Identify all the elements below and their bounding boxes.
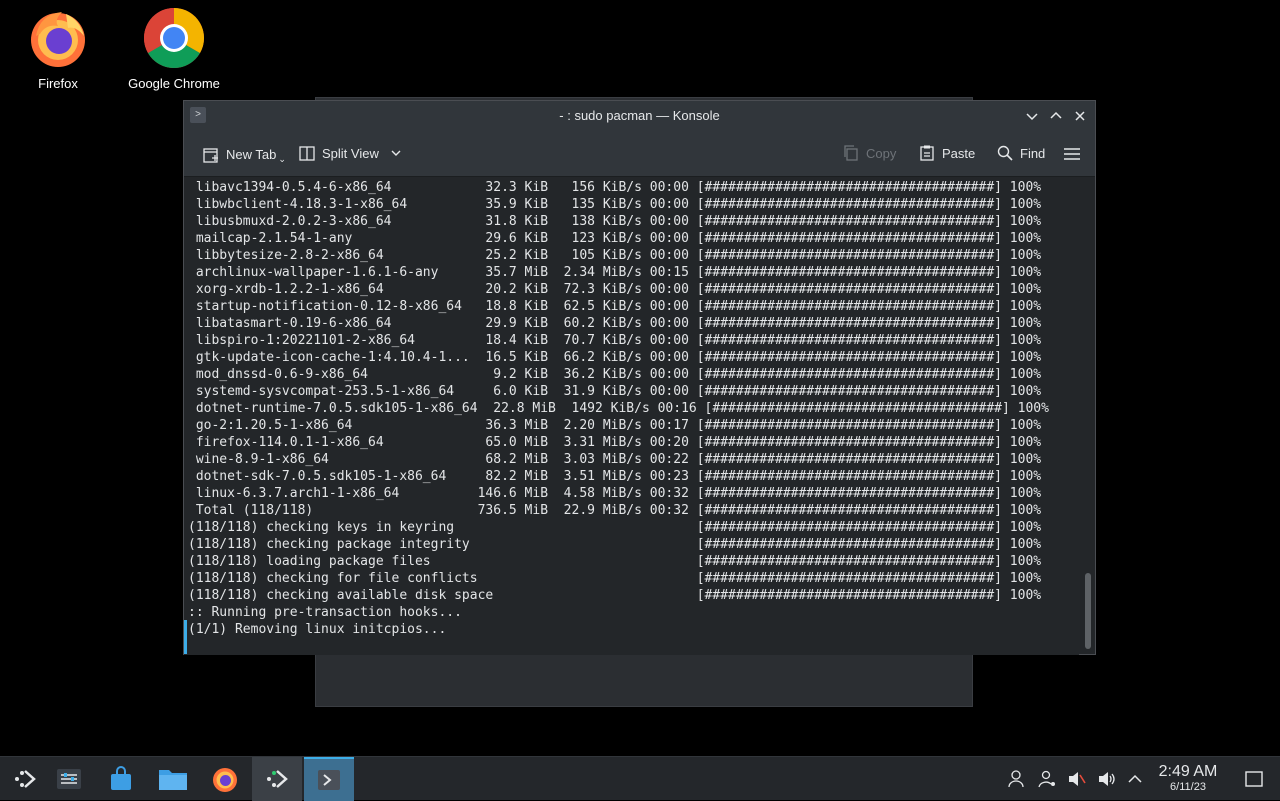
chrome-label: Google Chrome xyxy=(128,76,220,91)
terminal-line: gtk-update-icon-cache-1:4.10.4-1... 16.5… xyxy=(188,350,1042,365)
discover-store-button[interactable] xyxy=(96,757,146,801)
terminal-icon xyxy=(318,770,340,790)
clock-time: 2:49 AM xyxy=(1158,763,1218,780)
terminal-line: wine-8.9-1-x86_64 68.2 MiB 3.03 MiB/s 00… xyxy=(188,452,1042,467)
terminal-line: (118/118) loading package files [#######… xyxy=(188,554,1042,569)
new-tab-icon xyxy=(203,147,218,163)
terminal-line: mod_dnssd-0.6-9-x86_64 9.2 KiB 36.2 KiB/… xyxy=(188,367,1042,382)
terminal-line: xorg-xrdb-1.2.2-1-x86_64 20.2 KiB 72.3 K… xyxy=(188,282,1042,297)
launcher-icon xyxy=(267,770,288,788)
hamburger-menu-icon xyxy=(1064,148,1080,160)
find-label: Find xyxy=(1020,145,1046,161)
taskbar: 2:49 AM 6/11/23 xyxy=(0,756,1280,801)
split-view-icon xyxy=(299,146,315,161)
terminal-line: systemd-sysvcompat-253.5-1-x86_64 6.0 Ki… xyxy=(188,384,1042,399)
terminal-line: :: Running pre-transaction hooks... xyxy=(188,605,462,620)
find-button[interactable]: Find xyxy=(996,144,1045,162)
folder-icon xyxy=(159,770,187,790)
close-icon[interactable] xyxy=(1070,106,1090,126)
chevron-down-icon: ⌄ xyxy=(278,154,286,164)
chrome-desktop-shortcut[interactable]: Google Chrome xyxy=(119,6,229,91)
terminal-line: (118/118) checking package integrity [##… xyxy=(188,537,1042,552)
terminal-line: (118/118) checking for file conflicts [#… xyxy=(188,571,1042,586)
firefox-label: Firefox xyxy=(38,76,78,91)
terminal-line: libavc1394-0.5.4-6-x86_64 32.3 KiB 156 K… xyxy=(188,180,1042,195)
terminal-line: (118/118) checking keys in keyring [####… xyxy=(188,520,1042,535)
terminal-line: libusbmuxd-2.0.2-3-x86_64 31.8 KiB 138 K… xyxy=(188,214,1042,229)
user-switch-icon[interactable] xyxy=(1037,769,1057,789)
digital-clock[interactable]: 2:49 AM 6/11/23 xyxy=(1152,763,1224,793)
task-manager-button[interactable] xyxy=(44,757,94,801)
chrome-icon xyxy=(142,6,206,70)
terminal-line: libbytesize-2.8-2-x86_64 25.2 KiB 105 Ki… xyxy=(188,248,1042,263)
terminal-scrollbar[interactable] xyxy=(1081,177,1095,655)
firefox-icon xyxy=(213,768,237,792)
paste-button[interactable]: Paste xyxy=(918,144,975,162)
terminal-line: archlinux-wallpaper-1.6.1-6-any 35.7 MiB… xyxy=(188,265,1042,280)
konsole-toolbar: New Tab ⌄ Split View Copy Paste Find xyxy=(184,131,1095,177)
terminal-line: go-2:1.20.5-1-x86_64 36.3 MiB 2.20 MiB/s… xyxy=(188,418,1042,433)
terminal-line: mailcap-2.1.54-1-any 29.6 KiB 123 KiB/s … xyxy=(188,231,1042,246)
window-title: - : sudo pacman — Konsole xyxy=(559,108,720,123)
copy-button[interactable]: Copy xyxy=(842,144,896,162)
firefox-desktop-shortcut[interactable]: Firefox xyxy=(3,6,113,91)
split-view-button[interactable]: Split View xyxy=(298,144,403,162)
chevron-down-icon xyxy=(391,150,401,156)
konsole-window[interactable]: > - : sudo pacman — Konsole New Tab ⌄ Sp… xyxy=(183,100,1096,655)
scrollbar-thumb[interactable] xyxy=(1085,573,1091,649)
launcher-task-button[interactable] xyxy=(252,757,302,801)
file-manager-button[interactable] xyxy=(148,757,198,801)
show-desktop-icon[interactable] xyxy=(1244,769,1264,789)
terminal-line: libspiro-1:20221101-2-x86_64 18.4 KiB 70… xyxy=(188,333,1042,348)
hamburger-menu-button[interactable] xyxy=(1063,145,1081,163)
window-titlebar[interactable]: > - : sudo pacman — Konsole xyxy=(184,101,1095,131)
terminal-output[interactable]: libavc1394-0.5.4-6-x86_64 32.3 KiB 156 K… xyxy=(184,177,1079,655)
new-tab-label: New Tab xyxy=(226,147,277,162)
launcher-icon xyxy=(15,770,36,788)
terminal-line: linux-6.3.7.arch1-1-x86_64 146.6 MiB 4.5… xyxy=(188,486,1042,501)
copy-icon xyxy=(844,145,858,161)
terminal-line: (1/1) Removing linux initcpios... xyxy=(188,622,447,637)
desktop: Firefox Google Chrome > - : sudo pacman … xyxy=(0,0,1280,756)
terminal-line: libatasmart-0.19-6-x86_64 29.9 KiB 60.2 … xyxy=(188,316,1042,331)
terminal-line: dotnet-sdk-7.0.5.sdk105-1-x86_64 82.2 Mi… xyxy=(188,469,1042,484)
paste-icon xyxy=(920,145,934,161)
active-line-marker xyxy=(184,620,187,654)
application-launcher[interactable] xyxy=(0,757,50,801)
paste-label: Paste xyxy=(942,145,976,161)
chevron-up-icon[interactable] xyxy=(1125,769,1145,789)
clock-date: 6/11/23 xyxy=(1170,781,1206,793)
search-icon xyxy=(997,145,1013,161)
volume-icon[interactable] xyxy=(1097,769,1117,789)
firefox-task-button[interactable] xyxy=(200,757,250,801)
settings-sliders-icon xyxy=(57,769,81,789)
copy-label: Copy xyxy=(866,145,897,161)
terminal-line: startup-notification-0.12-8-x86_64 18.8 … xyxy=(188,299,1042,314)
shopping-bag-icon xyxy=(111,766,131,790)
maximize-icon[interactable] xyxy=(1046,106,1066,126)
firefox-icon xyxy=(26,6,90,70)
terminal-line: Total (118/118) 736.5 MiB 22.9 MiB/s 00:… xyxy=(188,503,1042,518)
microphone-muted-icon[interactable] xyxy=(1066,769,1086,789)
terminal-line: dotnet-runtime-7.0.5.sdk105-1-x86_64 22.… xyxy=(188,401,1049,416)
split-view-label: Split View xyxy=(322,145,379,161)
konsole-task-button[interactable] xyxy=(304,757,354,801)
terminal-line: firefox-114.0.1-1-x86_64 65.0 MiB 3.31 M… xyxy=(188,435,1042,450)
terminal-line: (118/118) checking available disk space … xyxy=(188,588,1042,603)
user-icon[interactable] xyxy=(1006,769,1026,789)
terminal-line: libwbclient-4.18.3-1-x86_64 35.9 KiB 135… xyxy=(188,197,1042,212)
new-tab-button[interactable]: New Tab ⌄ xyxy=(202,144,286,165)
minimize-icon[interactable] xyxy=(1022,106,1042,126)
